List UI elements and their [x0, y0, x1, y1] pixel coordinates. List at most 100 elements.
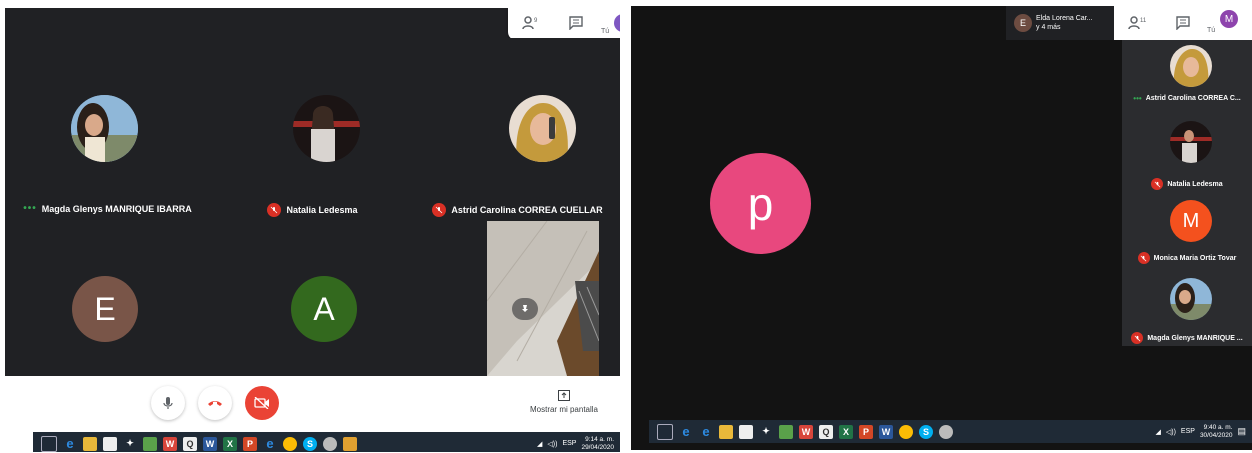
app-icon[interactable]: [779, 424, 793, 439]
chat-icon[interactable]: [1176, 16, 1190, 30]
file-explorer-icon[interactable]: [719, 424, 733, 439]
windows-taskbar: e e ✦ W Q X P W S ◢ ◁)) ESP 9:40 a. m. 3…: [649, 420, 1252, 443]
top-bar: E Elda Lorena Car... y 4 más 11 Tú M: [1006, 6, 1252, 40]
meet-window-right: E Elda Lorena Car... y 4 más 11 Tú M p •…: [631, 6, 1252, 450]
word-icon[interactable]: W: [879, 424, 893, 439]
speaker-more: y 4 más: [1036, 24, 1061, 31]
skype-icon[interactable]: S: [919, 424, 933, 439]
participant-name: Monica Maria Ortiz Tovar: [1153, 254, 1237, 262]
participant-name: Magda Glenys MANRIQUE ...: [1147, 334, 1243, 342]
word-icon[interactable]: W: [203, 436, 217, 451]
mic-off-icon: [432, 203, 447, 217]
participant-avatar: A: [291, 276, 357, 342]
file-explorer-icon[interactable]: [83, 436, 97, 451]
language-indicator[interactable]: ESP: [562, 440, 576, 447]
participant-name: Astrid Carolina CORREA CUELLAR: [451, 205, 603, 215]
dropbox-icon[interactable]: ✦: [123, 436, 137, 451]
pin-icon[interactable]: [512, 298, 538, 320]
powerpoint-icon[interactable]: P: [859, 424, 873, 439]
app-icon[interactable]: W: [799, 424, 813, 439]
participant-tile[interactable]: Natalia Ledesma: [210, 38, 415, 217]
participant-photo: [293, 95, 360, 162]
sidebar-participant[interactable]: M Monica Maria Ortiz Tovar: [1122, 198, 1252, 274]
dropbox-icon[interactable]: ✦: [759, 424, 773, 439]
sidebar-participant[interactable]: Natalia Ledesma: [1122, 118, 1252, 194]
participant-name: Astrid Carolina CORREA C...: [1145, 95, 1241, 102]
edge-icon[interactable]: e: [679, 424, 693, 439]
participant-tile[interactable]: Astrid Carolina CORREA CUELLAR: [415, 38, 620, 217]
clock-time: 9:40 a. m.: [1203, 423, 1233, 431]
chrome-icon[interactable]: [283, 436, 297, 451]
participant-tile[interactable]: A: [210, 207, 415, 376]
participant-tile[interactable]: ••• Magda Glenys MANRIQUE IBARRA: [5, 38, 210, 214]
app-icon[interactable]: [939, 424, 953, 439]
present-label: Mostrar mi pantalla: [529, 405, 599, 414]
skype-icon[interactable]: S: [303, 436, 317, 451]
system-tray: ◢ ◁)) ESP 9:14 a. m. 29/04/2020: [537, 436, 620, 452]
sidebar-participant[interactable]: ••• Astrid Carolina CORREA C...: [1122, 40, 1252, 116]
clock[interactable]: 9:14 a. m. 29/04/2020: [581, 436, 614, 452]
app-icon[interactable]: [323, 436, 337, 451]
self-view[interactable]: [487, 221, 599, 376]
active-speaker-chip[interactable]: E Elda Lorena Car... y 4 más: [1006, 6, 1114, 40]
speaker-name: Elda Lorena Car...: [1036, 15, 1093, 22]
participant-photo: [1170, 278, 1212, 320]
search-icon[interactable]: Q: [183, 436, 197, 451]
participant-photo: [71, 95, 138, 162]
svg-text:11: 11: [1140, 18, 1146, 24]
present-screen-button[interactable]: Mostrar mi pantalla: [526, 390, 602, 414]
speaker-avatar: E: [1014, 14, 1032, 32]
ie-icon[interactable]: e: [263, 436, 277, 451]
hang-up-icon: [208, 401, 222, 406]
call-controls: Mostrar mi pantalla: [5, 376, 620, 430]
volume-icon[interactable]: ◁)): [547, 440, 557, 448]
chat-icon[interactable]: [569, 16, 583, 30]
ie-icon[interactable]: e: [699, 424, 713, 439]
mic-off-icon: [1131, 332, 1144, 344]
end-call-button[interactable]: [198, 386, 232, 420]
people-icon[interactable]: 11: [1128, 16, 1146, 30]
app-icon[interactable]: [343, 436, 357, 451]
sidebar-participant[interactable]: Magda Glenys MANRIQUE ...: [1122, 274, 1252, 350]
self-label: Tú: [1207, 27, 1216, 34]
self-avatar[interactable]: [614, 14, 620, 32]
store-icon[interactable]: [103, 436, 117, 451]
participant-name: Natalia Ledesma: [1167, 180, 1223, 188]
search-icon[interactable]: Q: [819, 424, 833, 439]
wifi-icon[interactable]: ◢: [1155, 428, 1160, 436]
language-indicator[interactable]: ESP: [1181, 428, 1195, 435]
svg-text:9: 9: [534, 18, 538, 24]
app-icon[interactable]: [143, 436, 157, 451]
main-speaker-avatar[interactable]: p: [710, 153, 811, 254]
mic-off-icon: [1151, 178, 1164, 190]
panel-buttons: 9 Tú: [508, 8, 620, 40]
participant-tile[interactable]: E: [5, 207, 210, 376]
task-view-icon[interactable]: [657, 423, 673, 440]
powerpoint-icon[interactable]: P: [243, 436, 257, 451]
system-tray: ◢ ◁)) ESP 9:40 a. m. 30/04/2020 ▤: [1155, 424, 1252, 440]
excel-icon[interactable]: X: [839, 424, 853, 439]
present-icon: [558, 390, 570, 401]
windows-taskbar: e ✦ W Q W X P e S ◢ ◁)) ESP 9:14 a. m. 2…: [33, 432, 620, 452]
clock[interactable]: 9:40 a. m. 30/04/2020: [1200, 424, 1233, 440]
clock-date: 29/04/2020: [581, 443, 614, 451]
volume-icon[interactable]: ◁)): [1166, 428, 1176, 436]
participant-sidebar: ••• Astrid Carolina CORREA C... Natalia …: [1122, 40, 1252, 346]
clock-time: 9:14 a. m.: [585, 435, 614, 443]
edge-icon[interactable]: e: [63, 436, 77, 451]
participant-avatar: M: [1170, 200, 1212, 242]
meet-window-left: 9 Tú ••• Magda Glenys MANRIQUE IBARRA Na…: [5, 8, 620, 452]
microphone-button[interactable]: [151, 386, 185, 420]
chrome-icon[interactable]: [899, 424, 913, 439]
store-icon[interactable]: [739, 424, 753, 439]
participant-grid: ••• Magda Glenys MANRIQUE IBARRA Natalia…: [5, 38, 620, 376]
camera-button[interactable]: [245, 386, 279, 420]
task-view-icon[interactable]: [41, 435, 57, 452]
wifi-icon[interactable]: ◢: [537, 440, 542, 448]
people-icon[interactable]: 9: [522, 16, 540, 30]
app-icon[interactable]: W: [163, 436, 177, 451]
excel-icon[interactable]: X: [223, 436, 237, 451]
notifications-icon[interactable]: ▤: [1237, 426, 1246, 437]
participant-avatar: E: [72, 276, 138, 342]
self-avatar[interactable]: M: [1220, 10, 1238, 28]
